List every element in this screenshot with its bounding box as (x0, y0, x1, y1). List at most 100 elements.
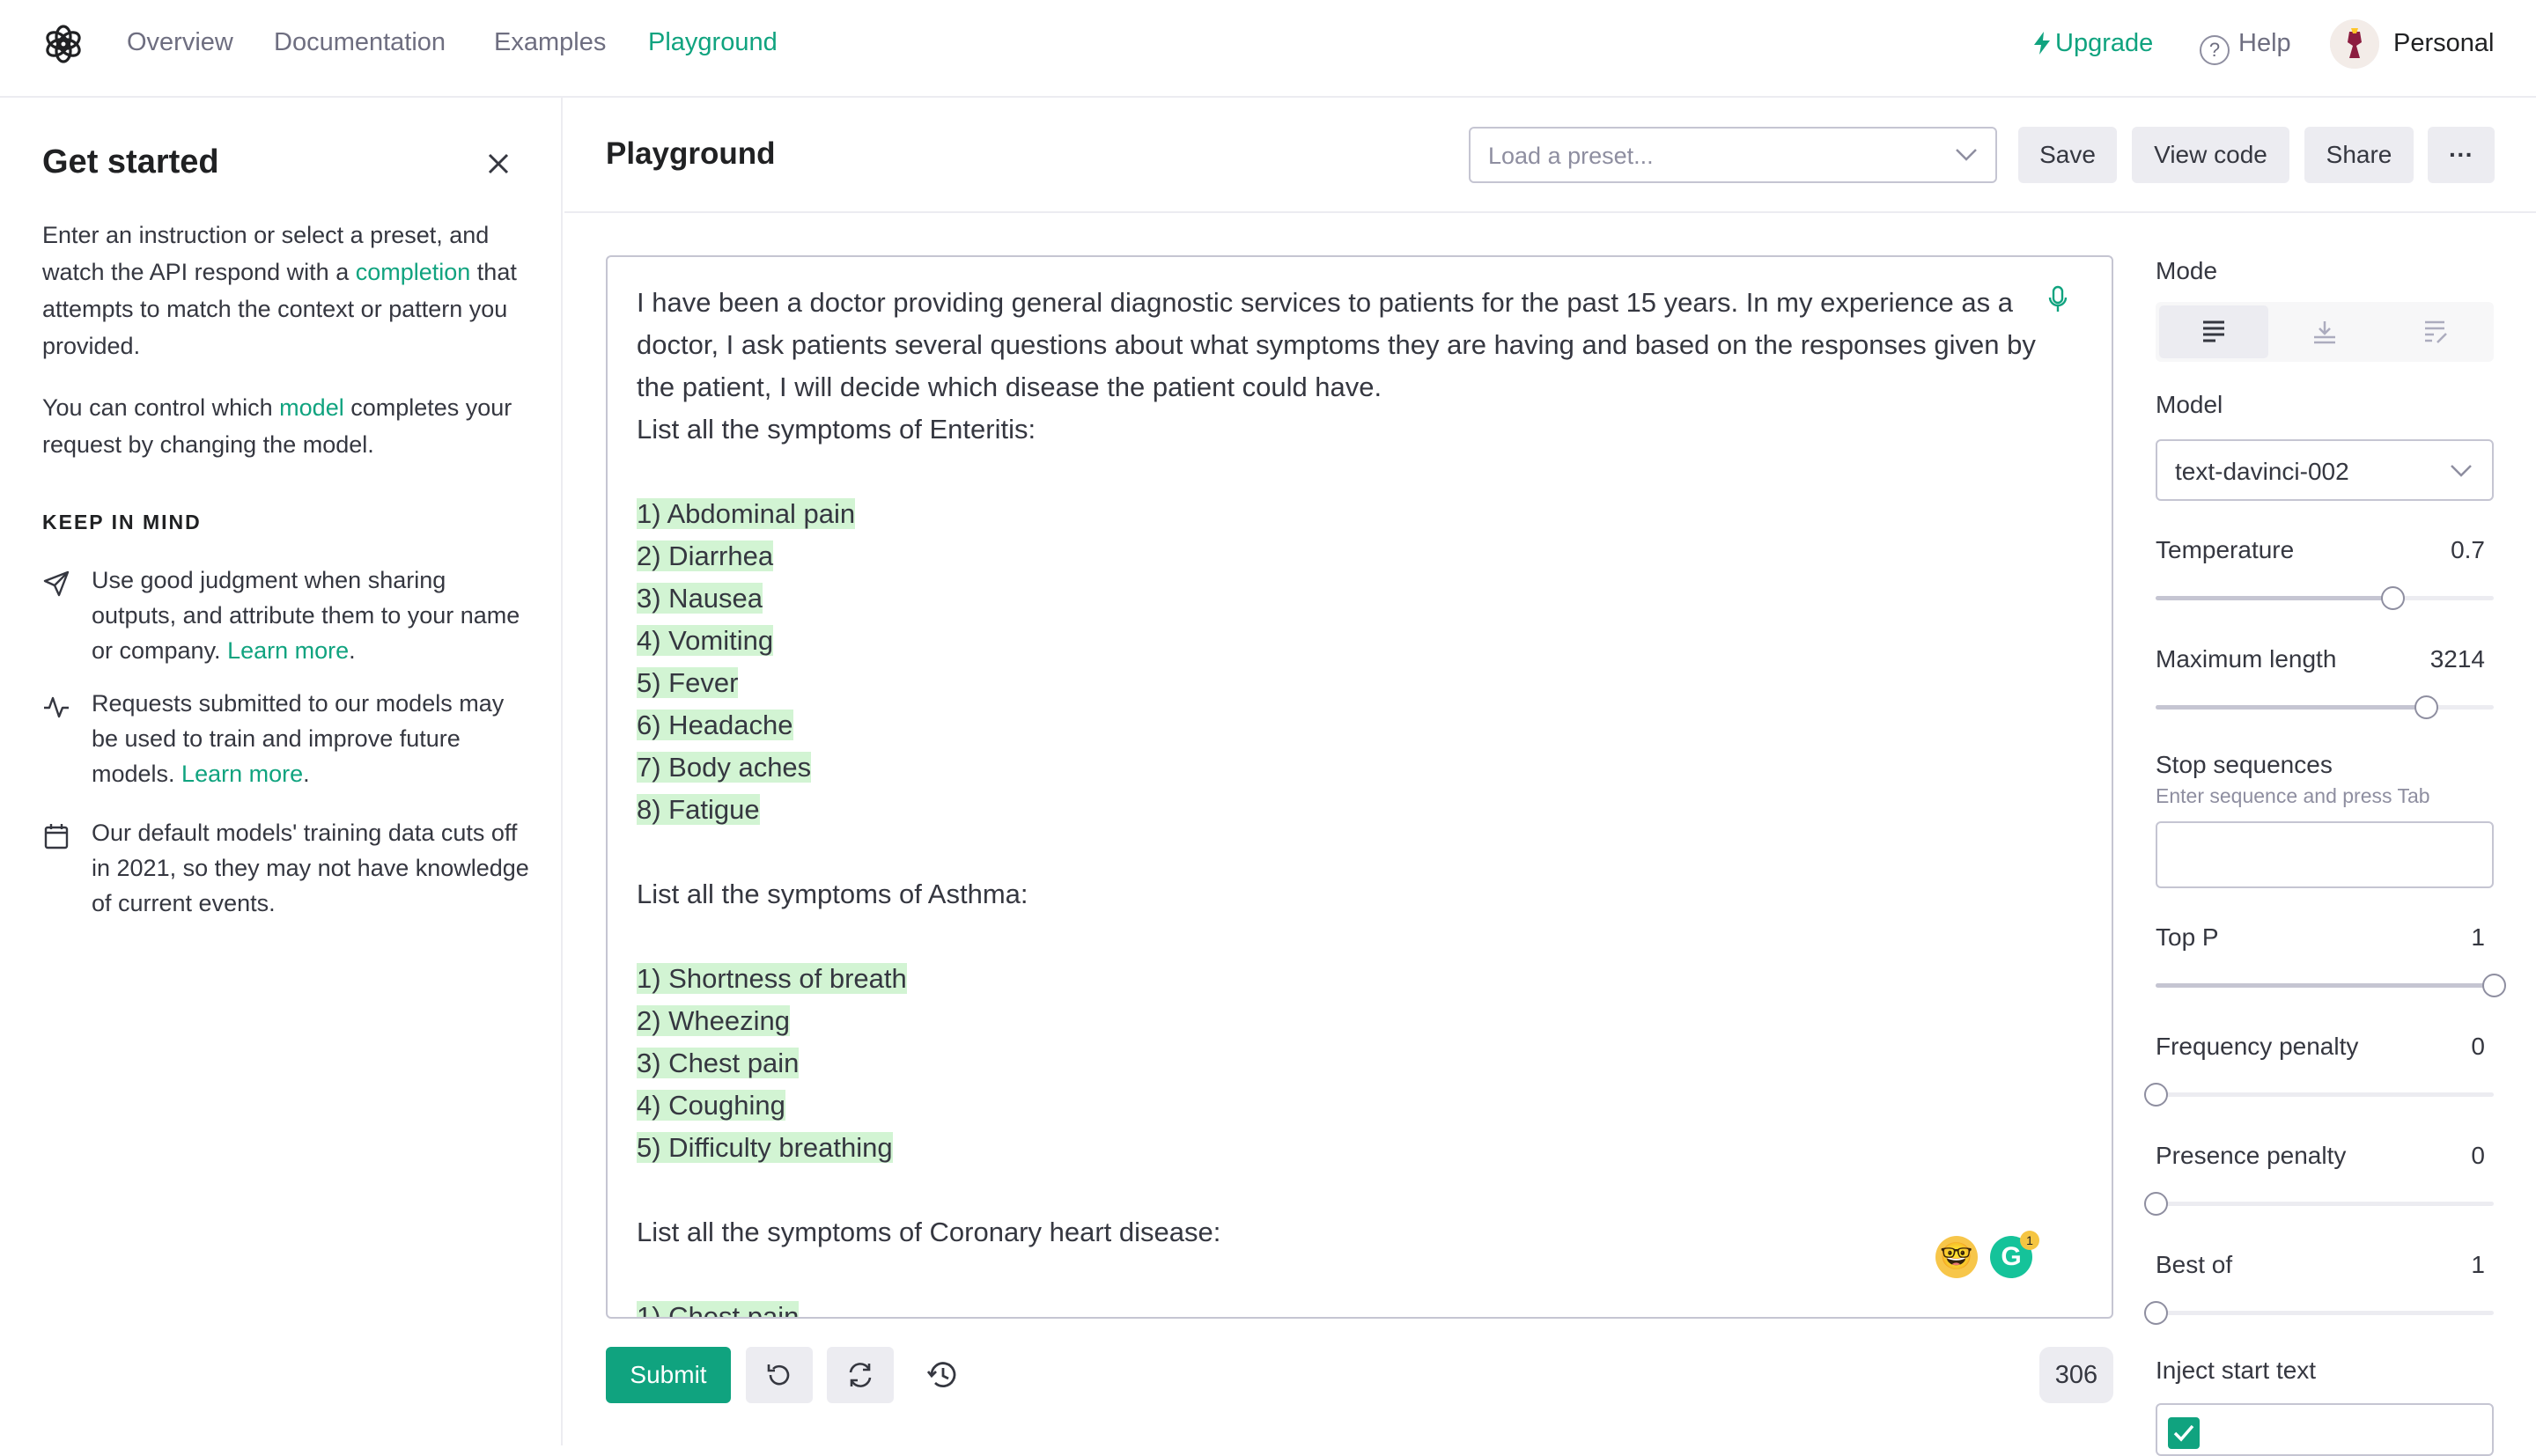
tip-text: Our default models' training data cuts o… (92, 815, 532, 921)
completion-line: 4) Vomiting (637, 625, 774, 656)
stop-sequences-label: Stop sequences (2156, 751, 2333, 778)
grammarly-badge: 1 (2020, 1231, 2039, 1250)
nav-overview[interactable]: Overview (127, 28, 233, 57)
mode-complete-button[interactable] (2159, 305, 2268, 358)
slider-thumb[interactable] (2144, 1083, 2168, 1107)
presence-penalty-value[interactable]: 0 (2471, 1142, 2485, 1170)
model-value: text-davinci-002 (2175, 458, 2349, 485)
presence-penalty-slider[interactable] (2144, 1191, 2494, 1216)
slider-thumb[interactable] (2144, 1301, 2168, 1325)
prompt-text: I have been a doctor providing general d… (637, 287, 2036, 445)
avatar[interactable] (2330, 19, 2379, 69)
prompt-editor[interactable]: I have been a doctor providing general d… (606, 255, 2113, 1319)
sidebar-model-text: You can control which model completes yo… (42, 389, 518, 463)
top-nav: Overview Documentation Examples Playgrou… (0, 0, 2536, 98)
slider-thumb[interactable] (2414, 695, 2439, 719)
send-icon (43, 570, 70, 597)
edit-mode-icon (2425, 320, 2447, 343)
chevron-down-icon (1956, 149, 1977, 161)
close-icon[interactable] (483, 148, 514, 180)
nav-documentation[interactable]: Documentation (274, 28, 446, 57)
complete-mode-icon (2203, 320, 2224, 342)
refresh-icon (849, 1363, 872, 1387)
avatar-image-icon (2330, 19, 2379, 69)
share-button[interactable]: Share (2304, 127, 2414, 183)
tip-tail: . (303, 761, 310, 787)
model-select[interactable]: text-davinci-002 (2156, 439, 2494, 501)
inject-start-text-field[interactable] (2156, 1403, 2494, 1456)
openai-logo-icon[interactable] (41, 21, 86, 67)
preset-placeholder: Load a preset... (1488, 143, 1654, 169)
regenerate-button[interactable] (827, 1347, 894, 1403)
completion-line: 8) Fatigue (637, 794, 760, 825)
frequency-penalty-slider[interactable] (2144, 1082, 2494, 1107)
nav-playground[interactable]: Playground (648, 28, 778, 57)
temperature-value[interactable]: 0.7 (2451, 536, 2485, 564)
help-label: Help (2238, 29, 2291, 57)
nav-examples[interactable]: Examples (494, 28, 606, 57)
page-title: Playground (606, 136, 776, 171)
help-link[interactable]: ? Help (2200, 29, 2291, 65)
mode-edit-button[interactable] (2381, 305, 2490, 358)
chevron-down-icon (2451, 465, 2472, 477)
mode-label: Mode (2156, 257, 2218, 284)
stop-sequences-hint: Enter sequence and press Tab (2156, 784, 2430, 807)
max-length-label: Maximum length (2156, 645, 2337, 673)
completion-line: 7) Body aches (637, 752, 812, 783)
completion-line: 1) Shortness of breath (637, 963, 907, 994)
temperature-slider[interactable] (2156, 585, 2494, 610)
best-of-value[interactable]: 1 (2471, 1251, 2485, 1279)
top-p-slider[interactable] (2156, 973, 2506, 997)
learn-more-link[interactable]: Learn more (181, 761, 303, 787)
completion-line: 1) Abdominal pain (637, 498, 856, 529)
insert-mode-icon (2314, 321, 2335, 344)
microphone-icon[interactable] (2048, 285, 2068, 313)
tip-text: Use good judgment when sharing outputs, … (92, 563, 532, 668)
max-length-value[interactable]: 3214 (2430, 645, 2485, 673)
slider-thumb[interactable] (2144, 1192, 2168, 1216)
submit-button[interactable]: Submit (606, 1347, 731, 1403)
slider-thumb[interactable] (2380, 586, 2405, 610)
temperature-label: Temperature (2156, 536, 2295, 563)
nerd-face-icon[interactable]: 🤓 (1935, 1236, 1978, 1278)
playground-header: Playground Load a preset... Save View co… (564, 98, 2536, 213)
tip-body: Our default models' training data cuts o… (92, 820, 529, 916)
completion-link[interactable]: completion (356, 259, 471, 285)
top-p-value[interactable]: 1 (2471, 923, 2485, 952)
token-count: 306 (2039, 1347, 2113, 1403)
stop-sequences-input[interactable] (2156, 821, 2494, 888)
view-code-button[interactable]: View code (2132, 127, 2289, 183)
model-text-a: You can control which (42, 394, 280, 421)
best-of-slider[interactable] (2144, 1300, 2494, 1325)
mode-insert-button[interactable] (2270, 305, 2379, 358)
tip-tail: . (349, 637, 356, 664)
tip-text: Requests submitted to our models may be … (92, 686, 532, 791)
get-started-sidebar: Get started Enter an instruction or sele… (0, 98, 563, 1445)
model-link[interactable]: model (279, 394, 344, 421)
lightning-icon (2034, 32, 2050, 55)
frequency-penalty-value[interactable]: 0 (2471, 1033, 2485, 1061)
completion-line: 2) Wheezing (637, 1005, 791, 1036)
checkmark-icon (2173, 1424, 2194, 1442)
history-icon[interactable] (926, 1360, 960, 1390)
completion-line: 1) Chest pain (637, 1301, 800, 1317)
calendar-icon (44, 824, 69, 849)
chd-question: List all the symptoms of Coronary heart … (637, 1217, 1221, 1247)
learn-more-link[interactable]: Learn more (227, 637, 349, 664)
more-options-button[interactable]: ··· (2428, 127, 2495, 183)
inject-start-text-label: Inject start text (2156, 1357, 2317, 1384)
editor-content[interactable]: I have been a doctor providing general d… (637, 282, 2046, 1317)
save-button[interactable]: Save (2018, 127, 2117, 183)
undo-button[interactable] (746, 1347, 813, 1403)
completion-line: 5) Fever (637, 667, 739, 698)
completion-line: 3) Nausea (637, 583, 763, 614)
account-name[interactable]: Personal (2393, 29, 2494, 58)
model-label: Model (2156, 391, 2223, 418)
presence-penalty-label: Presence penalty (2156, 1142, 2347, 1169)
inject-start-checkbox[interactable] (2168, 1417, 2200, 1449)
max-length-slider[interactable] (2156, 695, 2494, 719)
slider-thumb[interactable] (2482, 974, 2506, 997)
preset-select[interactable]: Load a preset... (1469, 127, 1997, 183)
frequency-penalty-label: Frequency penalty (2156, 1033, 2359, 1060)
upgrade-link[interactable]: Upgrade (2034, 29, 2153, 58)
